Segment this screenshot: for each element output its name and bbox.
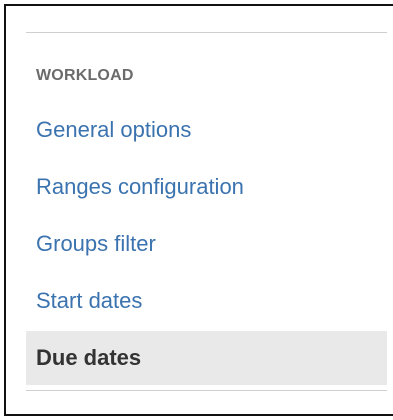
sidebar-item-general-options[interactable]: General options xyxy=(26,101,387,158)
bottom-divider xyxy=(26,390,387,391)
sidebar-item-groups-filter[interactable]: Groups filter xyxy=(26,215,387,272)
workload-nav: General options Ranges configuration Gro… xyxy=(26,101,387,385)
section-heading: WORKLOAD xyxy=(36,67,134,84)
top-divider xyxy=(26,32,387,33)
sidebar-item-start-dates[interactable]: Start dates xyxy=(26,272,387,329)
sidebar-item-ranges-configuration[interactable]: Ranges configuration xyxy=(26,158,387,215)
workload-sidebar: WORKLOAD General options Ranges configur… xyxy=(26,32,387,391)
sidebar-frame: WORKLOAD General options Ranges configur… xyxy=(4,4,393,416)
sidebar-item-due-dates[interactable]: Due dates xyxy=(26,331,387,385)
